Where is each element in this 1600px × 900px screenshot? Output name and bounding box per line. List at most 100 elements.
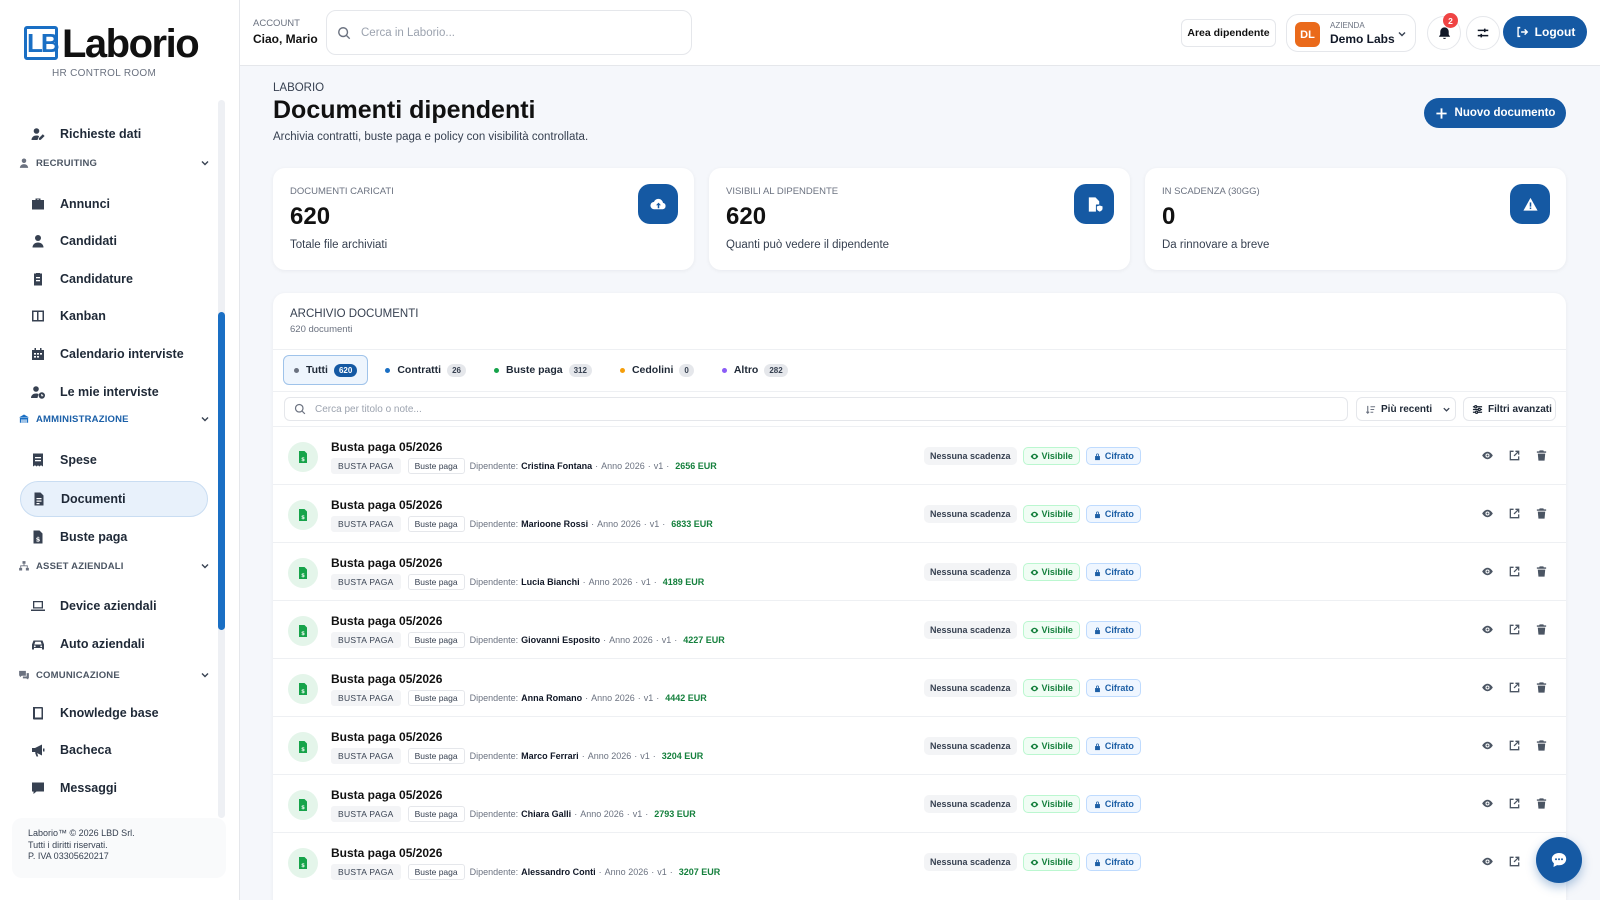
employee-label: Dipendente: xyxy=(469,809,519,819)
sidebar-item-calendario-interviste[interactable]: Calendario interviste xyxy=(20,336,208,372)
sidebar-item-candidati[interactable]: Candidati xyxy=(20,223,208,259)
car-icon xyxy=(32,640,44,650)
company-switcher[interactable]: DL AZIENDA Demo Labs xyxy=(1286,14,1416,52)
view-eye-icon[interactable] xyxy=(1481,855,1494,868)
view-eye-icon[interactable] xyxy=(1481,507,1494,520)
sidebar-item-label: Le mie interviste xyxy=(60,385,159,399)
sidebar-section-amministrazione[interactable]: AMMINISTRAZIONE xyxy=(18,409,210,429)
new-document-button[interactable]: Nuovo documento xyxy=(1424,98,1566,128)
sidebar-item-label: Richieste dati xyxy=(60,127,142,141)
stat-value: 620 xyxy=(290,203,331,230)
megaphone-icon xyxy=(32,744,45,757)
tab-contratti[interactable]: Contratti 26 xyxy=(374,355,477,385)
tab-buste-paga[interactable]: Buste paga 312 xyxy=(483,355,603,385)
sidebar-item-knowledge-base[interactable]: Knowledge base xyxy=(20,695,208,731)
sidebar-item-buste-paga[interactable]: $ Buste paga xyxy=(20,519,208,555)
document-meta: BUSTA PAGA Buste paga Dipendente: Cristina … xyxy=(331,458,717,474)
table-row[interactable]: $ Busta paga 05/2026 BUSTA PAGA Buste paga D… xyxy=(273,484,1566,542)
sidebar-item-bacheca[interactable]: Bacheca xyxy=(20,732,208,768)
sidebar-item-label: Device aziendali xyxy=(60,599,157,613)
sidebar-item-spese[interactable]: Spese xyxy=(20,442,208,478)
logout-button[interactable]: Logout xyxy=(1503,16,1587,48)
tab-altro[interactable]: Altro 282 xyxy=(711,355,799,385)
logo-mark: LB xyxy=(24,26,60,60)
document-search-input[interactable]: Cerca per titolo o note... xyxy=(284,397,1348,421)
logo[interactable]: LB Laborio HR CONTROL ROOM xyxy=(24,24,200,80)
row-actions xyxy=(1481,739,1548,752)
trash-icon[interactable] xyxy=(1535,449,1548,462)
view-eye-icon[interactable] xyxy=(1481,449,1494,462)
tab-count-badge: 620 xyxy=(333,363,358,377)
trash-icon[interactable] xyxy=(1535,681,1548,694)
document-title[interactable]: Busta paga 05/2026 xyxy=(331,672,442,686)
sidebar-item-messaggi[interactable]: Messaggi xyxy=(20,770,208,806)
open-external-icon[interactable] xyxy=(1508,623,1521,636)
sidebar-item-device-aziendali[interactable]: Device aziendali xyxy=(20,588,208,624)
file-invoice-icon: $ xyxy=(299,509,307,521)
document-category-chip: Buste paga xyxy=(407,864,465,880)
advanced-filters-button[interactable]: Filtri avanzati xyxy=(1463,397,1556,421)
document-title[interactable]: Busta paga 05/2026 xyxy=(331,440,442,454)
document-title[interactable]: Busta paga 05/2026 xyxy=(331,846,442,860)
table-row[interactable]: $ Busta paga 05/2026 BUSTA PAGA Buste paga D… xyxy=(273,774,1566,832)
sidebar-section-comunicazione[interactable]: COMUNICAZIONE xyxy=(18,665,210,685)
tab-tutti[interactable]: Tutti 620 xyxy=(283,355,369,385)
table-row[interactable]: $ Busta paga 05/2026 BUSTA PAGA Buste paga D… xyxy=(273,658,1566,716)
table-row[interactable]: $ Busta paga 05/2026 BUSTA PAGA Buste paga D… xyxy=(273,542,1566,600)
open-external-icon[interactable] xyxy=(1508,565,1521,578)
table-row[interactable]: $ Busta paga 05/2026 BUSTA PAGA Buste paga D… xyxy=(273,832,1566,890)
table-row[interactable]: $ Busta paga 05/2026 BUSTA PAGA Buste paga D… xyxy=(273,600,1566,658)
document-status: Nessuna scadenza Visibile Cifrato xyxy=(924,679,1141,697)
employee-area-button[interactable]: Area dipendente xyxy=(1181,19,1276,47)
sidebar-item-documenti[interactable]: Documenti xyxy=(20,481,208,517)
document-title[interactable]: Busta paga 05/2026 xyxy=(331,788,442,802)
sidebar-item-annunci[interactable]: Annunci xyxy=(20,186,208,222)
global-search-input[interactable]: Cerca in Laborio... xyxy=(326,10,692,55)
sidebar-item-label: Spese xyxy=(60,453,97,467)
employee-label: Dipendente: xyxy=(469,519,519,529)
sidebar-item-auto-aziendali[interactable]: Auto aziendali xyxy=(20,626,208,662)
sort-select[interactable]: Più recenti xyxy=(1356,397,1456,421)
trash-icon[interactable] xyxy=(1535,623,1548,636)
document-title[interactable]: Busta paga 05/2026 xyxy=(331,556,442,570)
view-eye-icon[interactable] xyxy=(1481,681,1494,694)
chat-launcher-button[interactable] xyxy=(1536,837,1582,883)
divider xyxy=(273,391,1566,392)
sidebar-item-kanban[interactable]: Kanban xyxy=(20,298,208,334)
open-external-icon[interactable] xyxy=(1508,797,1521,810)
table-row[interactable]: $ Busta paga 05/2026 BUSTA PAGA Buste paga D… xyxy=(273,426,1566,484)
open-external-icon[interactable] xyxy=(1508,449,1521,462)
view-eye-icon[interactable] xyxy=(1481,739,1494,752)
open-external-icon[interactable] xyxy=(1508,855,1521,868)
document-title[interactable]: Busta paga 05/2026 xyxy=(331,498,442,512)
sidebar-scrollbar-thumb[interactable] xyxy=(218,312,225,630)
trash-icon[interactable] xyxy=(1535,565,1548,578)
trash-icon[interactable] xyxy=(1535,739,1548,752)
trash-icon[interactable] xyxy=(1535,507,1548,520)
sidebar-item-cut-off[interactable] xyxy=(20,98,208,103)
sidebar-item-le-mie-interviste[interactable]: Le mie interviste xyxy=(20,374,208,410)
footer-rights: Tutti i diritti riservati. xyxy=(28,839,108,850)
view-eye-icon[interactable] xyxy=(1481,797,1494,810)
view-eye-icon[interactable] xyxy=(1481,565,1494,578)
tab-label: Contratti xyxy=(397,364,442,376)
table-row[interactable]: $ Busta paga 05/2026 BUSTA PAGA Buste paga D… xyxy=(273,716,1566,774)
file-invoice-icon: $ xyxy=(299,741,307,753)
document-title[interactable]: Busta paga 05/2026 xyxy=(331,614,442,628)
tab-cedolini[interactable]: Cedolini 0 xyxy=(609,355,705,385)
encryption-status-pill: Cifrato xyxy=(1085,679,1141,697)
open-external-icon[interactable] xyxy=(1508,507,1521,520)
document-title[interactable]: Busta paga 05/2026 xyxy=(331,730,442,744)
message-icon xyxy=(32,782,44,794)
view-eye-icon[interactable] xyxy=(1481,623,1494,636)
row-actions xyxy=(1481,681,1548,694)
open-external-icon[interactable] xyxy=(1508,681,1521,694)
settings-button[interactable] xyxy=(1466,16,1500,50)
open-external-icon[interactable] xyxy=(1508,739,1521,752)
sidebar-section-recruiting[interactable]: RECRUITING xyxy=(18,153,210,173)
sidebar-section-asset-aziendali[interactable]: ASSET AZIENDALI xyxy=(18,556,210,576)
trash-icon[interactable] xyxy=(1535,797,1548,810)
sidebar-item-candidature[interactable]: Candidature xyxy=(20,261,208,297)
sidebar-item-richieste-dati[interactable]: Richieste dati xyxy=(20,116,208,152)
sort-icon xyxy=(1365,405,1376,414)
